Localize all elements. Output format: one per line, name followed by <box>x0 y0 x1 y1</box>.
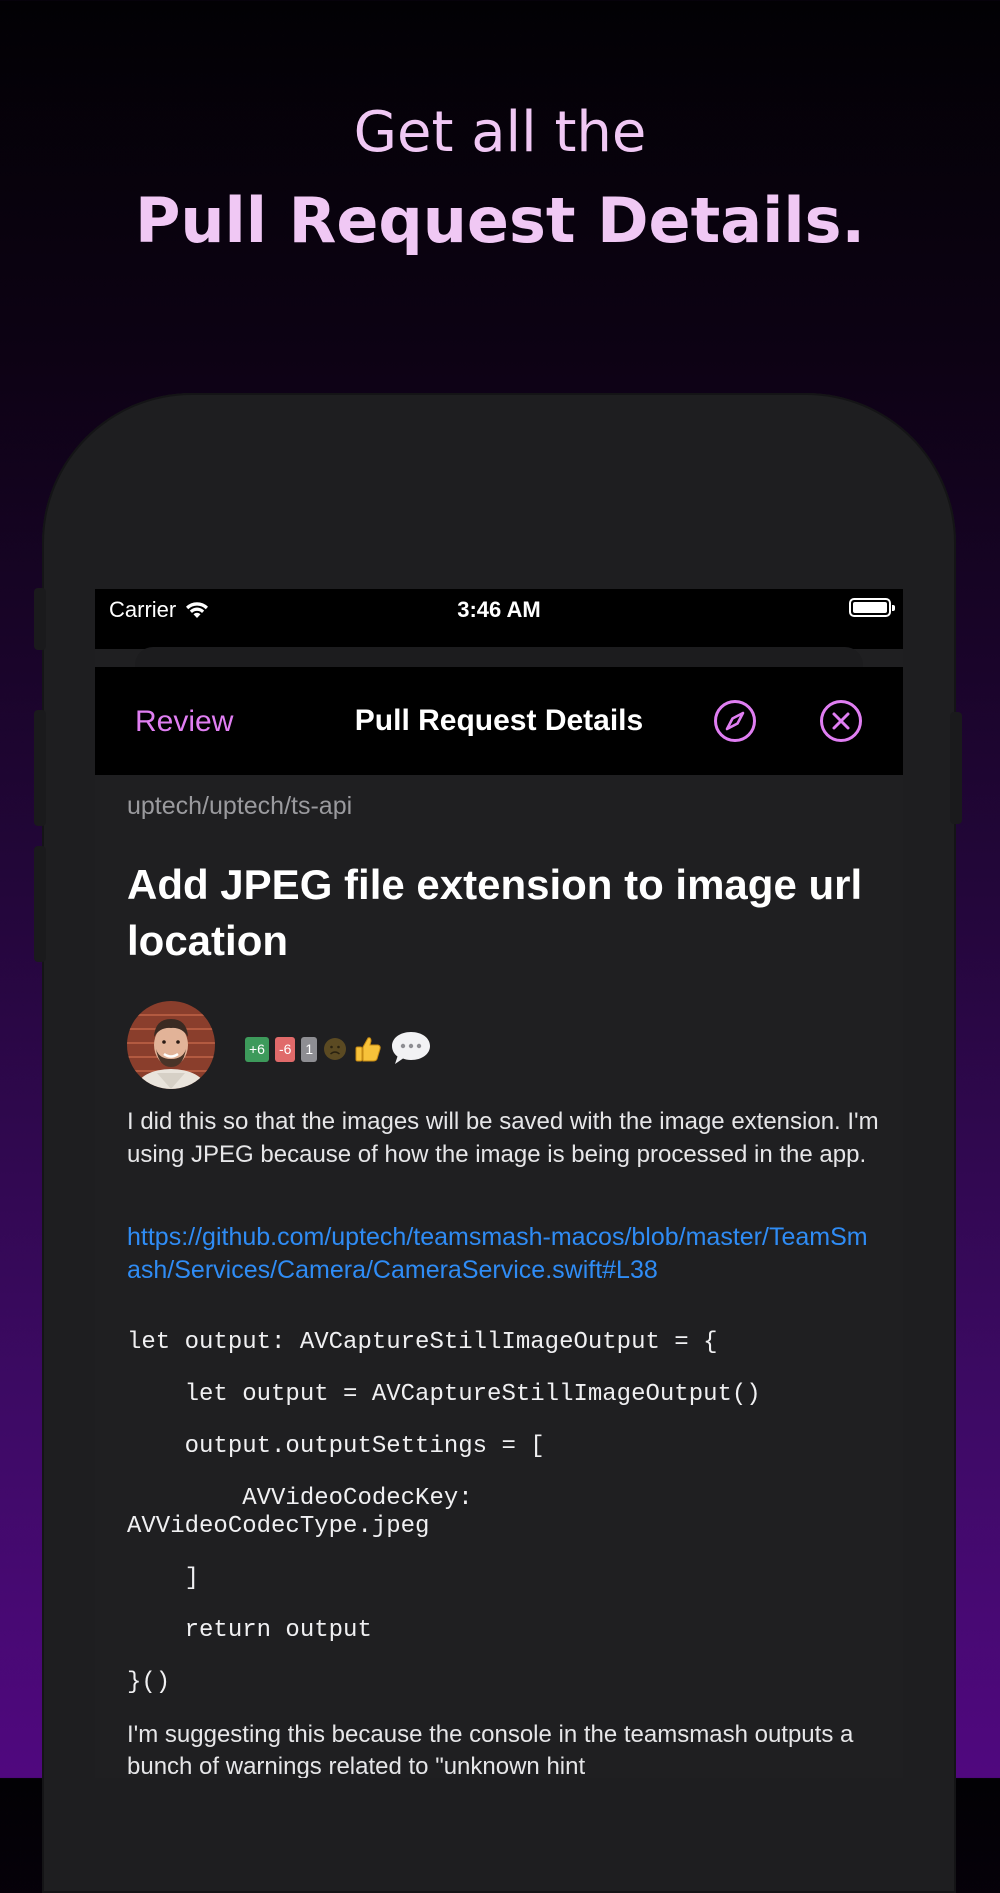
avatar-image <box>127 1001 215 1089</box>
additions-badge: +6 <box>245 1036 269 1062</box>
phone-volume-up-button <box>34 710 46 826</box>
nav-bar: Review Pull Request Details <box>95 667 903 775</box>
pr-stats: +6 -6 1 <box>245 1029 433 1069</box>
pr-title: Add JPEG file extension to image url loc… <box>127 861 863 964</box>
status-bar: Carrier 3:46 AM <box>95 589 903 649</box>
code-line: output.outputSettings = [ <box>127 1433 545 1460</box>
pr-description: I did this so that the images will be sa… <box>127 1108 879 1168</box>
headline-line-1: Get all the <box>353 100 647 165</box>
frowning-face-icon <box>324 1038 347 1060</box>
code-line: AVVideoCodecKey: AVVideoCodecType.jpeg <box>127 1485 473 1540</box>
source-link[interactable]: https://github.com/uptech/teamsmash-maco… <box>127 1221 879 1287</box>
code-line: return output <box>127 1617 372 1644</box>
code-line: ] <box>127 1565 200 1592</box>
nav-title: Pull Request Details <box>354 704 644 737</box>
status-time: 3:46 AM <box>457 597 541 622</box>
close-icon[interactable] <box>819 699 863 743</box>
files-changed-badge: 1 <box>301 1036 318 1062</box>
code-line: let output = AVCaptureStillImageOutput() <box>127 1381 761 1408</box>
code-line: }() <box>127 1669 171 1696</box>
headline-line-2: Pull Request Details. <box>134 184 866 257</box>
comment-bubble-icon <box>392 1032 431 1064</box>
phone-screen: Carrier 3:46 AM Review Pull Request Deta… <box>95 589 903 1778</box>
repo-path: uptech/uptech/ts-api <box>127 792 353 820</box>
compass-icon[interactable] <box>713 699 757 743</box>
phone-side-button <box>34 588 46 650</box>
deletions-badge: -6 <box>274 1036 296 1062</box>
thumbs-up-icon <box>355 1037 381 1062</box>
battery-icon <box>849 598 895 617</box>
phone-volume-down-button <box>34 846 46 962</box>
code-line: let output: AVCaptureStillImageOutput = … <box>127 1329 718 1356</box>
pr-followup-text: I'm suggesting this because the console … <box>127 1721 854 1778</box>
phone-power-button <box>950 712 962 824</box>
author-avatar[interactable] <box>127 1001 215 1089</box>
